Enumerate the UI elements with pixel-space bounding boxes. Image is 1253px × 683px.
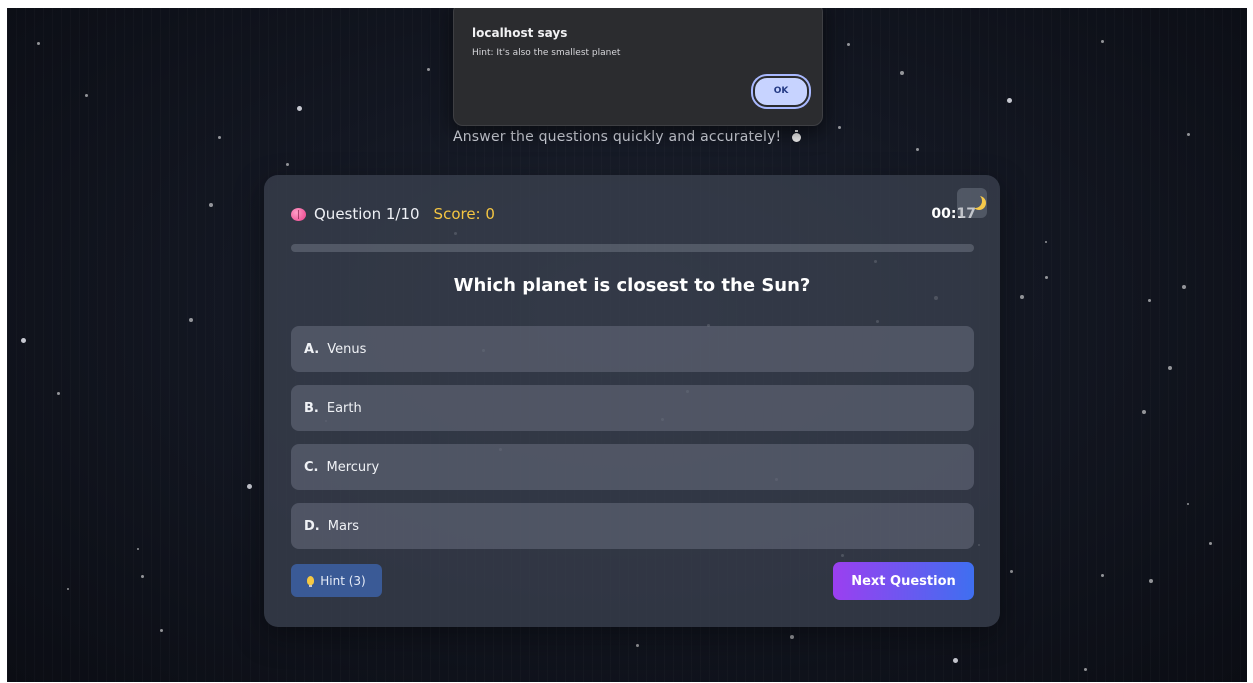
star [790,635,794,639]
answer-option-b[interactable]: B. Earth [291,385,974,431]
star [1010,570,1013,573]
star [85,94,88,97]
option-letter: D. [304,518,320,534]
star [137,548,139,550]
hint-label: Hint (3) [320,573,366,588]
answer-option-d[interactable]: D. Mars [291,503,974,549]
option-letter: C. [304,459,319,475]
star [57,392,60,395]
page-subtitle: Answer the questions quickly and accurat… [7,129,1247,145]
star [953,658,958,663]
option-text: Earth [326,400,362,416]
dialog-message: Hint: It's also the smallest planet [472,48,621,58]
progress-bar [291,244,974,252]
answer-option-a[interactable]: A. Venus [291,326,974,372]
star [160,629,163,632]
star [1084,668,1087,671]
next-label: Next Question [851,573,956,589]
star [141,575,144,578]
star [916,148,919,151]
star [1045,241,1047,243]
subtitle-text: Answer the questions quickly and accurat… [452,129,782,145]
alert-dialog: localhost says Hint: It's also the small… [453,8,823,126]
star [1148,299,1151,302]
theme-toggle-button[interactable] [957,188,987,218]
star [847,43,850,46]
star [1168,366,1172,370]
star [1182,285,1186,289]
star [189,318,193,322]
star [297,106,302,111]
score-display: Score: 0 [433,205,495,223]
option-letter: A. [304,341,320,357]
star [37,42,40,45]
star [1209,542,1212,545]
star [636,644,639,647]
stopwatch-icon [792,130,802,142]
question-counter: Question 1/10 [314,205,420,223]
option-text: Mercury [326,459,380,475]
next-question-button[interactable]: Next Question [833,562,974,600]
star [1187,503,1189,505]
brain-icon [291,207,306,221]
question-text: Which planet is closest to the Sun? [453,275,811,296]
star [1101,40,1104,43]
hint-button[interactable]: Hint (3) [291,564,382,597]
star [427,68,430,71]
star [1007,98,1012,103]
lightbulb-icon [307,576,315,587]
star [1020,295,1024,299]
dialog-ok-button[interactable]: OK [753,76,809,107]
moon-icon [968,194,982,208]
star [1101,574,1104,577]
quiz-card: Question 1/10 Score: 0 00:17 Which plane… [264,175,1000,627]
star [1149,579,1153,583]
star [21,338,26,343]
quiz-header: Question 1/10 Score: 0 [291,205,495,223]
star [67,588,69,590]
dialog-title: localhost says [472,26,568,40]
star [209,203,213,207]
app-viewport: Answer the questions quickly and accurat… [7,8,1247,682]
star [247,484,252,489]
answer-option-c[interactable]: C. Mercury [291,444,974,490]
star [1045,276,1048,279]
star [286,163,289,166]
option-text: Mars [327,518,360,534]
star [1142,410,1146,414]
option-text: Venus [327,341,367,357]
option-letter: B. [304,400,319,416]
star [900,71,904,75]
